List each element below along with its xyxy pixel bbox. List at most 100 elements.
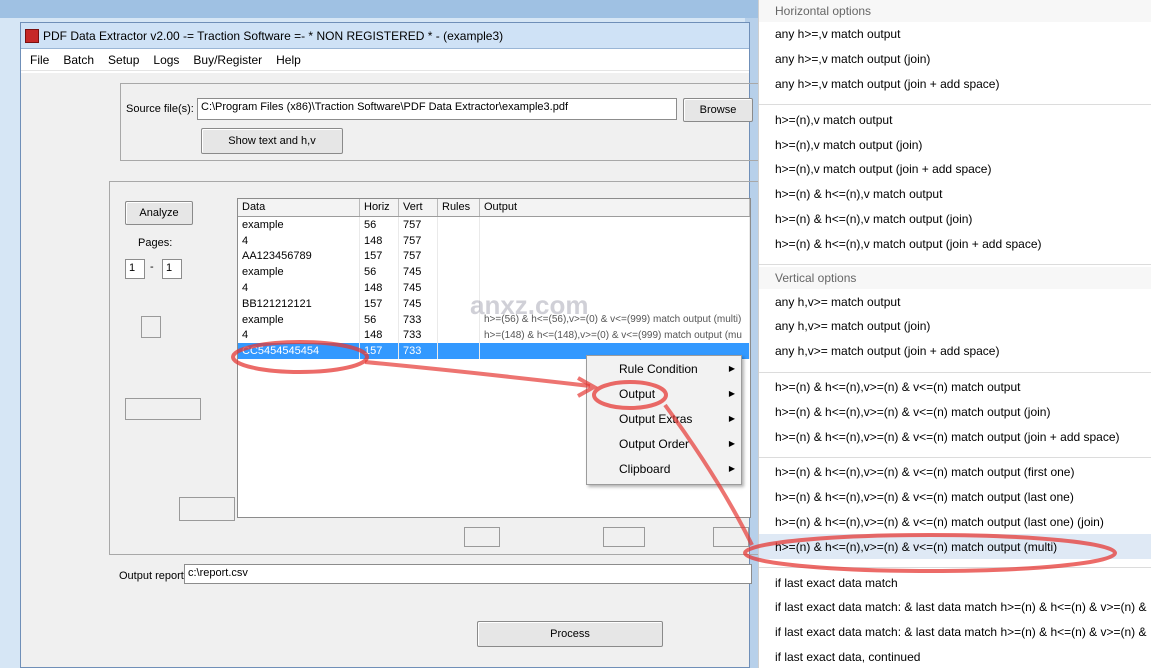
submenu-arrow-icon: ▶ <box>728 389 735 398</box>
source-label: Source file(s): <box>126 103 194 115</box>
table-row[interactable]: 4 148 757 <box>238 232 750 249</box>
ctx-output[interactable]: Output ▶ <box>587 381 741 406</box>
ctx-rule-condition-label: Rule Condition <box>619 361 698 376</box>
cell-data: 4 <box>238 327 360 344</box>
option-item[interactable]: if last exact data match: & last data ma… <box>759 620 1151 645</box>
header-rules[interactable]: Rules <box>438 199 480 216</box>
separator <box>759 364 1151 373</box>
cell-rules <box>438 343 480 360</box>
blank-field-bottom-left <box>179 497 235 521</box>
cell-data: example <box>238 311 360 328</box>
cell-vert: 745 <box>399 295 438 312</box>
menu-buy-register[interactable]: Buy/Register <box>186 53 269 67</box>
cell-rules <box>438 264 480 281</box>
table-row[interactable]: 4 148 733 h>=(148) & h<=(148),v>=(0) & v<=(… <box>238 327 750 344</box>
page-to-input[interactable]: 1 <box>162 259 182 279</box>
option-item[interactable]: any h>=,v match output <box>759 22 1151 47</box>
option-item[interactable]: h>=(n) & h<=(n),v>=(n) & v<=(n) match ou… <box>759 534 1151 560</box>
option-item[interactable]: h>=(n) & h<=(n),v>=(n) & v<=(n) match ou… <box>759 510 1151 535</box>
menu-logs[interactable]: Logs <box>146 53 186 67</box>
header-vert[interactable]: Vert <box>399 199 438 216</box>
cell-horiz: 148 <box>360 232 399 249</box>
cell-rules <box>438 217 480 233</box>
cell-output <box>480 264 750 281</box>
submenu-arrow-icon: ▶ <box>728 464 735 473</box>
blank-field-3 <box>713 527 749 547</box>
process-button[interactable]: Process <box>477 621 663 647</box>
table-row[interactable]: example 56 757 <box>238 217 750 233</box>
ctx-rule-condition[interactable]: Rule Condition ▶ <box>587 356 741 381</box>
separator <box>759 256 1151 266</box>
cell-vert: 733 <box>399 311 438 328</box>
combined-list: h>=(n) & h<=(n),v>=(n) & v<=(n) match ou… <box>759 375 1151 449</box>
ctx-clipboard[interactable]: Clipboard ▶ <box>587 456 741 481</box>
separator <box>759 559 1151 569</box>
cell-horiz: 157 <box>360 343 399 360</box>
cell-data: example <box>238 217 360 233</box>
ctx-clipboard-label: Clipboard <box>619 461 671 476</box>
option-item[interactable]: h>=(n),v match output (join) <box>759 132 1151 157</box>
table-row[interactable]: AA123456789 157 757 <box>238 248 750 265</box>
source-file-input[interactable]: C:\Program Files (x86)\Traction Software… <box>197 98 677 120</box>
cell-horiz: 157 <box>360 295 399 312</box>
option-item[interactable]: any h,v>= match output <box>759 289 1151 314</box>
option-item[interactable]: any h,v>= match output (join) <box>759 314 1151 339</box>
table-row[interactable]: example 56 745 <box>238 264 750 281</box>
browse-button[interactable]: Browse <box>683 98 753 122</box>
option-item[interactable]: any h,v>= match output (join + add space… <box>759 339 1151 364</box>
title-bar: PDF Data Extractor v2.00 -= Traction Sof… <box>21 23 749 49</box>
option-item[interactable]: h>=(n) & h<=(n),v match output (join) <box>759 207 1151 232</box>
cell-horiz: 148 <box>360 280 399 296</box>
cell-output <box>480 232 750 249</box>
ctx-output-order[interactable]: Output Order ▶ <box>587 431 741 456</box>
option-item[interactable]: any h>=,v match output (join) <box>759 47 1151 72</box>
cell-vert: 757 <box>399 217 438 233</box>
menu-file[interactable]: File <box>23 53 56 67</box>
option-item[interactable]: h>=(n),v match output <box>759 107 1151 132</box>
cell-rules <box>438 248 480 265</box>
option-item[interactable]: h>=(n) & h<=(n),v>=(n) & v<=(n) match ou… <box>759 485 1151 510</box>
option-item[interactable]: h>=(n) & h<=(n),v match output (join + a… <box>759 231 1151 256</box>
ctx-output-extras[interactable]: Output Extras ▶ <box>587 406 741 431</box>
cell-data: example <box>238 264 360 281</box>
ctx-output-extras-label: Output Extras <box>619 411 693 426</box>
option-item[interactable]: h>=(n) & h<=(n),v>=(n) & v<=(n) match ou… <box>759 399 1151 424</box>
header-data[interactable]: Data <box>238 199 360 216</box>
separator <box>759 449 1151 458</box>
ctx-output-order-label: Output Order <box>619 436 690 451</box>
blank-field-left <box>125 398 201 420</box>
app-window: PDF Data Extractor v2.00 -= Traction Sof… <box>20 22 760 668</box>
option-item[interactable]: h>=(n) & h<=(n),v match output <box>759 182 1151 207</box>
cell-vert: 745 <box>399 280 438 296</box>
header-output[interactable]: Output <box>480 199 750 216</box>
context-menu: Rule Condition ▶ Output ▶ Output Extras ▶ O… <box>586 355 742 485</box>
cell-rules <box>438 327 480 344</box>
cell-data: 4 <box>238 232 360 249</box>
blank-field-2 <box>603 527 645 547</box>
cell-vert: 733 <box>399 343 438 360</box>
option-item[interactable]: if last exact data, continued <box>759 645 1151 668</box>
analyze-button[interactable]: Analyze <box>125 201 193 225</box>
header-horiz[interactable]: Horiz <box>360 199 399 216</box>
cell-vert: 733 <box>399 327 438 344</box>
vertical-options-title: Vertical options <box>759 267 1151 290</box>
option-item[interactable]: any h>=,v match output (join + add space… <box>759 72 1151 97</box>
show-text-button[interactable]: Show text and h,v <box>201 128 343 154</box>
menu-batch[interactable]: Batch <box>56 53 101 67</box>
separator <box>759 96 1151 106</box>
checkbox-placeholder[interactable] <box>141 316 161 338</box>
cell-horiz: 56 <box>360 217 399 233</box>
output-report-input[interactable]: c:\report.csv <box>184 564 752 584</box>
menu-help[interactable]: Help <box>269 53 308 67</box>
page-from-input[interactable]: 1 <box>125 259 145 279</box>
option-item[interactable]: if last exact data match <box>759 570 1151 595</box>
menu-setup[interactable]: Setup <box>101 53 146 67</box>
output-options-panel: Horizontal options any h>=,v match outpu… <box>758 0 1151 668</box>
option-item[interactable]: h>=(n) & h<=(n),v>=(n) & v<=(n) match ou… <box>759 460 1151 485</box>
option-item[interactable]: h>=(n) & h<=(n),v>=(n) & v<=(n) match ou… <box>759 375 1151 400</box>
submenu-arrow-icon: ▶ <box>728 364 735 373</box>
option-item[interactable]: if last exact data match: & last data ma… <box>759 595 1151 620</box>
option-item[interactable]: h>=(n) & h<=(n),v>=(n) & v<=(n) match ou… <box>759 424 1151 449</box>
option-item[interactable]: h>=(n),v match output (join + add space) <box>759 157 1151 182</box>
output-report-label: Output report: <box>119 570 187 582</box>
